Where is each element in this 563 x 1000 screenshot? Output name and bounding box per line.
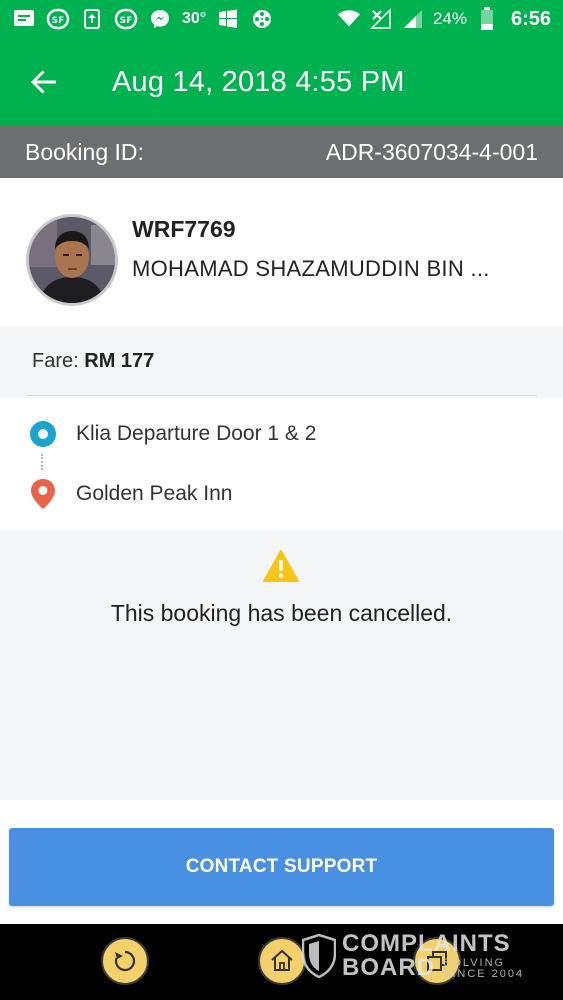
svg-text:SF: SF bbox=[52, 16, 65, 26]
windows-icon bbox=[216, 8, 240, 30]
back-arrow-icon bbox=[31, 70, 56, 94]
pickup-location: Klia Departure Door 1 & 2 bbox=[76, 422, 317, 445]
signal-icon bbox=[401, 8, 425, 30]
no-signal-icon bbox=[369, 8, 393, 30]
rotate-back-icon bbox=[114, 950, 136, 972]
page-title: Aug 14, 2018 4:55 PM bbox=[112, 65, 405, 98]
svg-text:SF: SF bbox=[120, 16, 133, 26]
fare-label: Fare: bbox=[32, 350, 79, 372]
route-section: Klia Departure Door 1 & 2 Golden Peak In… bbox=[0, 398, 563, 530]
divider bbox=[26, 395, 537, 396]
watermark-line1: COMPLAINTS bbox=[342, 930, 511, 957]
messenger-icon bbox=[148, 8, 172, 30]
wifi-icon bbox=[337, 8, 361, 30]
battery-icon bbox=[475, 7, 499, 30]
watermark-line4: SINCE 2004 bbox=[443, 968, 525, 980]
booking-id-value: ADR-3607034-4-001 bbox=[325, 138, 538, 165]
shield-icon bbox=[302, 934, 336, 978]
vehicle-plate: WRF7769 bbox=[132, 216, 236, 242]
action-area: CONTACT SUPPORT bbox=[0, 800, 563, 924]
message-icon bbox=[12, 8, 36, 30]
status-bar: SF SF 30° 24% 6:56 bbox=[0, 0, 563, 38]
fare-section: Fare: RM 177 bbox=[0, 326, 563, 398]
system-nav-bar: COMPLAINTS BOARD SOLVING SINCE 2004 bbox=[0, 924, 563, 1000]
booking-id-label: Booking ID: bbox=[25, 138, 144, 165]
dropoff-location: Golden Peak Inn bbox=[76, 482, 233, 505]
sf-icon: SF bbox=[46, 8, 70, 30]
cancellation-notice: This booking has been cancelled. bbox=[0, 530, 563, 800]
route-connector bbox=[41, 454, 44, 470]
booking-id-bar: Booking ID: ADR-3607034-4-001 bbox=[0, 126, 563, 178]
clock: 6:56 bbox=[510, 7, 551, 30]
upload-icon bbox=[80, 8, 104, 30]
watermark: COMPLAINTS BOARD SOLVING SINCE 2004 bbox=[302, 932, 524, 980]
driver-card: WRF7769 MOHAMAD SHAZAMUDDIN BIN ... bbox=[0, 178, 563, 326]
pickup-pin-icon bbox=[30, 421, 56, 447]
contact-support-button[interactable]: CONTACT SUPPORT bbox=[9, 828, 554, 906]
sf-icon: SF bbox=[114, 8, 138, 30]
film-icon bbox=[250, 8, 274, 30]
nav-back-button[interactable] bbox=[101, 937, 149, 985]
temperature-label: 30° bbox=[182, 10, 207, 27]
watermark-line2: BOARD bbox=[342, 954, 435, 981]
fare-row: Fare: RM 177 bbox=[32, 350, 154, 373]
home-icon bbox=[271, 949, 293, 971]
back-button[interactable] bbox=[14, 52, 74, 112]
battery-percent: 24% bbox=[432, 9, 467, 28]
warning-icon bbox=[263, 550, 299, 587]
app-bar: Aug 14, 2018 4:55 PM bbox=[0, 38, 563, 126]
nav-home-button[interactable] bbox=[258, 937, 306, 985]
driver-avatar bbox=[26, 214, 118, 306]
driver-name: MOHAMAD SHAZAMUDDIN BIN ... bbox=[132, 256, 490, 281]
fare-value: RM 177 bbox=[84, 350, 155, 372]
cancellation-message: This booking has been cancelled. bbox=[110, 600, 453, 626]
dropoff-pin-icon bbox=[30, 478, 56, 515]
